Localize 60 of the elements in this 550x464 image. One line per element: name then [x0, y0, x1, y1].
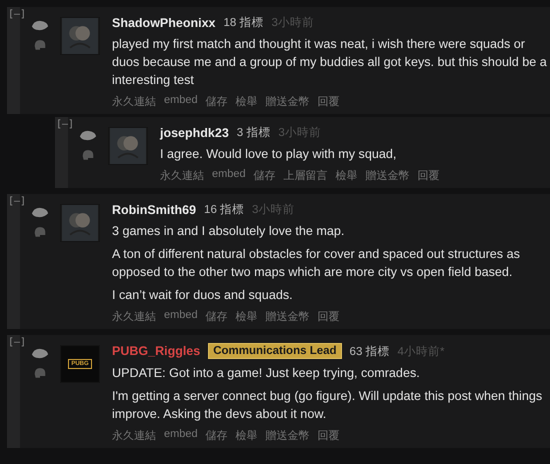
points-count: 3 指標: [236, 126, 270, 140]
action-link[interactable]: 贈送金幣: [366, 168, 410, 183]
collapse-toggle[interactable]: [–]: [55, 119, 74, 130]
vote-up-icon[interactable]: [31, 347, 49, 360]
comment-text: played my first match and thought it was neat, i wish there were squads or duos because me and a group of my buddies all got keys. but this should be a interesting test: [112, 36, 548, 89]
action-link[interactable]: 儲存: [206, 94, 228, 109]
comment-text: I agree. Would love to play with my squad,: [160, 146, 398, 163]
action-link[interactable]: 儲存: [206, 309, 228, 324]
action-link[interactable]: 永久連結: [112, 94, 156, 109]
action-link[interactable]: embed: [164, 309, 198, 324]
timestamp: 3小時前: [252, 202, 294, 217]
action-link[interactable]: 儲存: [254, 168, 276, 183]
comment-text: I'm getting a server connect bug (go figure). Will update this post when things improve. Asking the devs about it now.: [112, 388, 544, 423]
action-link[interactable]: 檢舉: [236, 428, 258, 443]
comment-text: UPDATE: Got into a game! Just keep trying, comrades.: [112, 365, 421, 382]
action-link[interactable]: embed: [212, 168, 246, 183]
action-link[interactable]: embed: [164, 94, 198, 109]
action-link[interactable]: 贈送金幣: [266, 309, 310, 324]
action-link[interactable]: 永久連結: [112, 428, 156, 443]
action-link[interactable]: 贈送金幣: [266, 428, 310, 443]
points-count: 16 指標: [204, 202, 244, 217]
action-link[interactable]: embed: [164, 428, 198, 443]
timestamp: 4小時前*: [398, 344, 444, 358]
vote-up-icon[interactable]: [31, 206, 49, 219]
action-link[interactable]: 永久連結: [112, 309, 156, 324]
vote-down-icon[interactable]: [33, 225, 47, 238]
comment-text: A ton of different natural obstacles for cover and spaced out structures as opposed to the other two maps which are more city vs open field based.: [112, 246, 521, 281]
comment-text: 3 games in and I absolutely love the map.: [112, 223, 346, 240]
collapse-toggle[interactable]: [–]: [7, 337, 26, 348]
timestamp: 3小時前: [272, 16, 314, 30]
avatar-icon[interactable]: [108, 127, 148, 165]
action-link[interactable]: 儲存: [206, 428, 228, 443]
action-link[interactable]: 檢舉: [236, 309, 258, 324]
action-link[interactable]: 回覆: [418, 168, 440, 183]
action-link[interactable]: 檢舉: [236, 94, 258, 109]
action-link[interactable]: 永久連結: [160, 168, 204, 183]
avatar-icon[interactable]: [60, 204, 100, 242]
collapse-toggle[interactable]: [–]: [7, 9, 26, 20]
action-link[interactable]: 上層留言: [284, 168, 328, 183]
points-count: 18 指標: [224, 16, 264, 30]
action-link[interactable]: 回覆: [318, 428, 340, 443]
author-link[interactable]: ShadowPheonixx: [112, 16, 216, 30]
action-link[interactable]: 贈送金幣: [266, 94, 310, 109]
action-link[interactable]: 回覆: [318, 309, 340, 324]
collapse-toggle[interactable]: [–]: [7, 196, 26, 207]
author-link[interactable]: PUBG_Riggles: [112, 344, 200, 358]
vote-up-icon[interactable]: [31, 19, 49, 32]
vote-down-icon[interactable]: [33, 366, 47, 379]
action-link[interactable]: 回覆: [318, 94, 340, 109]
points-count: 63 指標: [350, 344, 390, 358]
avatar-icon[interactable]: [60, 17, 100, 55]
comment-text: I can’t wait for duos and squads.: [112, 287, 294, 304]
vote-down-icon[interactable]: [81, 148, 95, 161]
user-flair: Communications Lead: [208, 343, 342, 359]
author-link[interactable]: josephdk23: [160, 126, 229, 140]
author-link[interactable]: RobinSmith69: [112, 202, 196, 216]
timestamp: 3小時前: [278, 126, 321, 140]
action-link[interactable]: 檢舉: [336, 168, 358, 183]
vote-down-icon[interactable]: [33, 38, 47, 51]
vote-up-icon[interactable]: [79, 129, 97, 142]
